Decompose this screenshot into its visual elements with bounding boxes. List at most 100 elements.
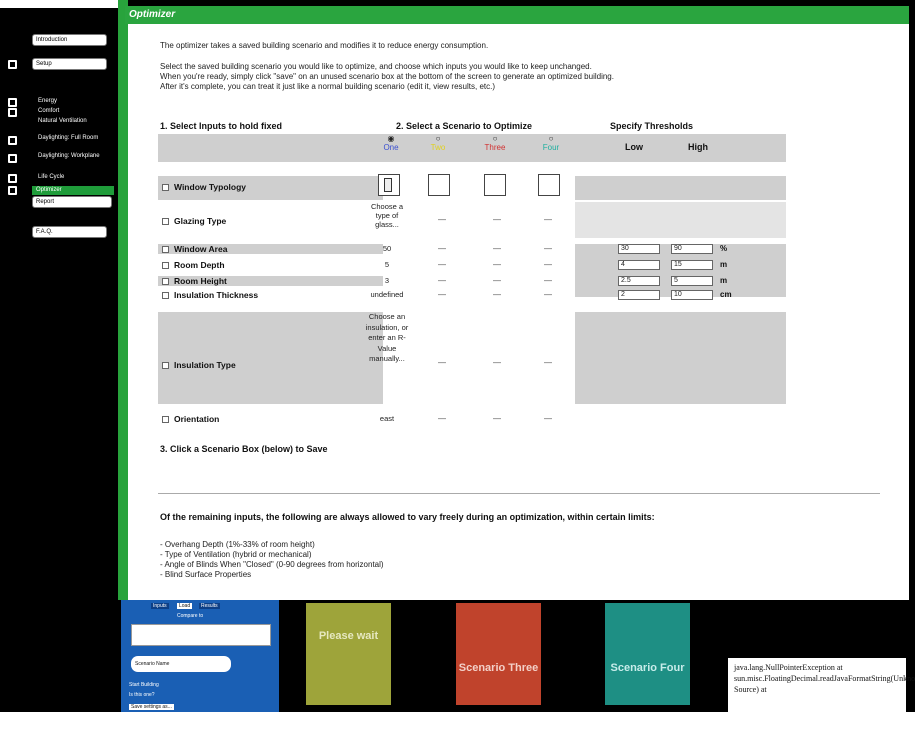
sidebar-item-energy[interactable]: Energy	[38, 98, 108, 105]
intro-text: The optimizer takes a saved building sce…	[160, 41, 489, 50]
scenario-radio-one[interactable]: ◉ One	[376, 134, 406, 152]
scenario-label-one: One	[383, 143, 399, 152]
scenario-card-three[interactable]: Scenario Three	[456, 603, 541, 705]
sidebar-item-daylighting-workplane[interactable]: Daylighting: Workplane	[38, 153, 108, 160]
scenario-card-two[interactable]: Please wait	[306, 603, 391, 705]
sidebar-item-setup[interactable]: Setup	[32, 58, 107, 70]
row-dash: —	[438, 244, 446, 253]
tab-inputs[interactable]: Inputs	[151, 603, 169, 609]
hold-fixed-checkbox[interactable]	[162, 184, 169, 191]
threshold-band	[575, 202, 786, 238]
scenario-card-four[interactable]: Scenario Four	[605, 603, 690, 705]
row-label: Room Height	[174, 276, 227, 286]
expand-icon[interactable]	[8, 186, 17, 195]
hold-fixed-checkbox[interactable]	[162, 278, 169, 285]
row-value[interactable]: Choose an insulation, or enter an R-Valu…	[362, 312, 412, 365]
expand-icon[interactable]	[8, 108, 17, 117]
hold-fixed-checkbox[interactable]	[162, 262, 169, 269]
scenario-radio-three[interactable]: ○ Three	[478, 134, 512, 152]
sidebar-item-comfort[interactable]: Comfort	[38, 108, 108, 115]
row-dash: —	[493, 215, 501, 224]
row-dash: —	[544, 276, 552, 285]
card-title: Scenario Four	[610, 662, 685, 674]
low-threshold-input[interactable]: 4	[618, 260, 660, 270]
row-value[interactable]: 3	[364, 276, 410, 285]
mini-panel-save[interactable]: Save settings as...	[129, 704, 174, 710]
row-value[interactable]: undefined	[362, 290, 412, 299]
intro-text: After it's complete, you can treat it ju…	[160, 82, 495, 91]
row-label: Room Depth	[174, 260, 225, 270]
sidebar-item-optimizer[interactable]: Optimizer	[32, 186, 114, 195]
hold-fixed-checkbox[interactable]	[162, 292, 169, 299]
row-dash: —	[544, 290, 552, 299]
row-dash: —	[544, 358, 552, 367]
scenario-radio-two[interactable]: ○ Two	[423, 134, 453, 152]
row-dash: —	[493, 358, 501, 367]
page: Introduction Setup Energy Comfort Natura…	[0, 0, 915, 732]
expand-icon[interactable]	[8, 174, 17, 183]
optimizer-panel: The optimizer takes a saved building sce…	[128, 24, 909, 600]
typology-picker-two[interactable]	[428, 174, 450, 196]
error-message: java.lang.NullPointerException at sun.mi…	[728, 658, 915, 714]
sidebar-item-label: F.A.Q.	[36, 229, 53, 235]
remaining-item: - Overhang Depth (1%-33% of room height)	[160, 540, 315, 549]
sidebar-item-introduction[interactable]: Introduction	[32, 34, 107, 46]
compare-label: Compare to	[177, 613, 204, 619]
sidebar-item-label: Setup	[36, 61, 52, 67]
row-dash: —	[544, 215, 552, 224]
scenario-one-panel[interactable]: Inputs Load Results Compare to Scenario …	[121, 600, 279, 714]
row-dash: —	[544, 244, 552, 253]
step-1-heading: 1. Select Inputs to hold fixed	[160, 121, 283, 131]
row-value[interactable]: 50	[364, 244, 410, 253]
hold-fixed-checkbox[interactable]	[162, 246, 169, 253]
row-dash: —	[438, 414, 446, 423]
typology-picker-one[interactable]	[378, 174, 400, 196]
row-value[interactable]: Choose a type of glass...	[364, 202, 410, 229]
low-threshold-input[interactable]: 2	[618, 290, 660, 300]
top-strip	[0, 0, 125, 8]
row-value[interactable]: 5	[364, 260, 410, 269]
high-threshold-input[interactable]: 5	[671, 276, 713, 286]
expand-icon[interactable]	[8, 154, 17, 163]
page-title: Optimizer	[125, 6, 910, 24]
expand-icon[interactable]	[8, 60, 17, 69]
row-label: Orientation	[174, 414, 220, 424]
high-threshold-input[interactable]: 10	[671, 290, 713, 300]
expand-icon[interactable]	[8, 98, 17, 107]
high-threshold-input[interactable]: 15	[671, 260, 713, 270]
hold-fixed-checkbox[interactable]	[162, 416, 169, 423]
bottom-strip	[0, 712, 915, 732]
scenario-name-label: Scenario Name	[135, 661, 170, 667]
row-dash: —	[438, 358, 446, 367]
thresholds-heading: Specify Thresholds	[610, 121, 694, 131]
scenario-thumbnail	[131, 624, 271, 646]
row-dash: —	[438, 260, 446, 269]
tab-load[interactable]: Load	[177, 603, 193, 609]
scenario-label-three: Three	[484, 143, 506, 152]
sidebar-item-faq[interactable]: F.A.Q.	[32, 226, 107, 238]
row-dash: —	[493, 260, 501, 269]
typology-picker-four[interactable]	[538, 174, 560, 196]
sidebar-item-life-cycle[interactable]: Life Cycle	[38, 174, 108, 181]
sidebar-item-natural-ventilation[interactable]: Natural Ventilation	[38, 118, 108, 125]
sidebar-item-daylighting-full-room[interactable]: Daylighting: Full Room	[38, 135, 108, 142]
sidebar-item-label: Report	[36, 199, 55, 205]
remaining-inputs-heading: Of the remaining inputs, the following a…	[160, 512, 655, 522]
tab-results[interactable]: Results	[199, 603, 220, 609]
threshold-band	[575, 176, 786, 200]
low-threshold-input[interactable]: 2.5	[618, 276, 660, 286]
intro-text: When you're ready, simply click "save" o…	[160, 72, 614, 81]
row-dash: —	[438, 290, 446, 299]
expand-icon[interactable]	[8, 136, 17, 145]
row-value[interactable]: east	[364, 414, 410, 423]
sidebar-item-label: Introduction	[36, 37, 68, 43]
hold-fixed-checkbox[interactable]	[162, 218, 169, 225]
mini-panel-text: Is this one?	[129, 692, 155, 698]
sidebar-item-report[interactable]: Report	[32, 196, 112, 208]
scenario-radio-four[interactable]: ○ Four	[536, 134, 566, 152]
low-threshold-input[interactable]: 30	[618, 244, 660, 254]
hold-fixed-checkbox[interactable]	[162, 362, 169, 369]
high-threshold-input[interactable]: 90	[671, 244, 713, 254]
typology-picker-three[interactable]	[484, 174, 506, 196]
sidebar: Introduction Setup Energy Comfort Natura…	[0, 8, 118, 728]
